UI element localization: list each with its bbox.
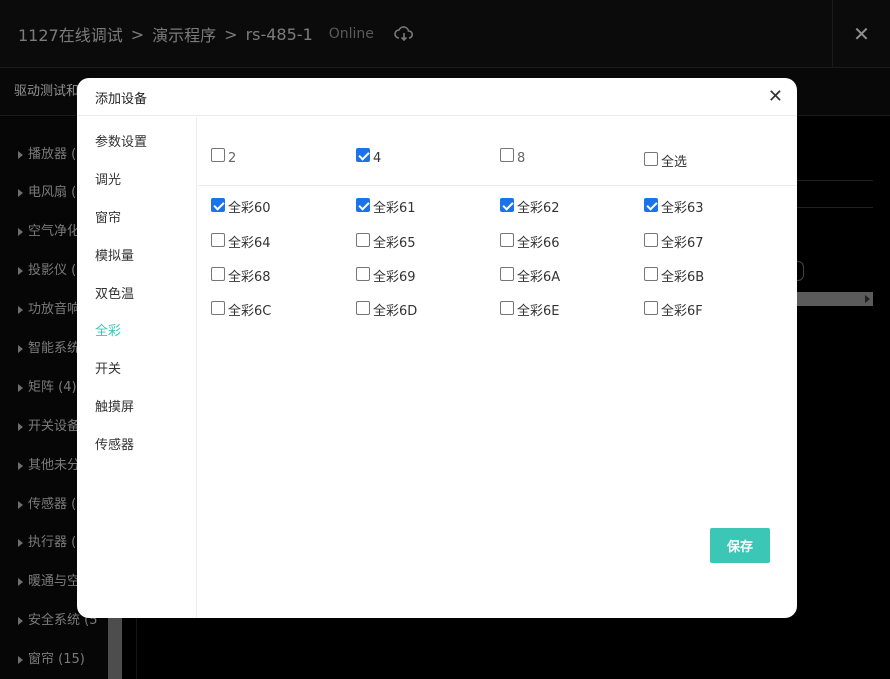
- checkbox[interactable]: [211, 301, 225, 315]
- nav-item-touchscreen[interactable]: 触摸屏: [95, 396, 134, 415]
- checkbox[interactable]: [500, 148, 514, 162]
- nav-item-params[interactable]: 参数设置: [95, 131, 147, 150]
- device-selection-panel: 2 4 8 全选 全彩60 全彩61 全彩62 全彩63 全彩64 全彩65 全…: [198, 117, 797, 618]
- nav-item-switch[interactable]: 开关: [95, 358, 121, 377]
- device-checkbox-63[interactable]: 全彩63: [644, 193, 704, 216]
- checkbox[interactable]: [500, 233, 514, 247]
- checkbox[interactable]: [500, 301, 514, 315]
- save-button[interactable]: 保存: [710, 528, 770, 563]
- checkbox[interactable]: [644, 152, 658, 166]
- device-checkbox-6d[interactable]: 全彩6D: [356, 296, 417, 319]
- device-checkbox-65[interactable]: 全彩65: [356, 228, 416, 251]
- checkbox[interactable]: [644, 198, 658, 212]
- device-checkbox-62[interactable]: 全彩62: [500, 193, 560, 216]
- checkbox[interactable]: [356, 148, 370, 162]
- device-checkbox-6c[interactable]: 全彩6C: [211, 296, 271, 319]
- device-checkbox-6a[interactable]: 全彩6A: [500, 262, 560, 285]
- checkbox[interactable]: [356, 233, 370, 247]
- checkbox[interactable]: [356, 198, 370, 212]
- filter-8-checkbox[interactable]: 8: [500, 147, 525, 166]
- add-device-dialog: 添加设备 ✕ 参数设置 调光 窗帘 模拟量 双色温 全彩 开关 触摸屏 传感器 …: [77, 78, 797, 618]
- device-checkbox-69[interactable]: 全彩69: [356, 262, 416, 285]
- close-icon[interactable]: ✕: [768, 86, 783, 107]
- nav-item-full-color[interactable]: 全彩: [95, 320, 121, 339]
- checkbox[interactable]: [644, 233, 658, 247]
- device-checkbox-6f[interactable]: 全彩6F: [644, 296, 703, 319]
- device-checkbox-67[interactable]: 全彩67: [644, 228, 704, 251]
- checkbox[interactable]: [211, 198, 225, 212]
- checkbox[interactable]: [211, 267, 225, 281]
- nav-item-dimming[interactable]: 调光: [95, 169, 121, 188]
- checkbox[interactable]: [211, 148, 225, 162]
- device-type-nav: 参数设置 调光 窗帘 模拟量 双色温 全彩 开关 触摸屏 传感器: [77, 117, 197, 618]
- filter-row: 2 4 8 全选: [198, 117, 797, 186]
- checkbox[interactable]: [500, 198, 514, 212]
- dialog-title: 添加设备: [95, 92, 148, 107]
- device-checkbox-6e[interactable]: 全彩6E: [500, 296, 560, 319]
- checkbox[interactable]: [500, 267, 514, 281]
- device-checkbox-64[interactable]: 全彩64: [211, 228, 271, 251]
- device-checkbox-66[interactable]: 全彩66: [500, 228, 560, 251]
- device-checkbox-60[interactable]: 全彩60: [211, 193, 271, 216]
- select-all-checkbox[interactable]: 全选: [644, 147, 687, 170]
- nav-item-curtain[interactable]: 窗帘: [95, 207, 121, 226]
- checkbox[interactable]: [644, 267, 658, 281]
- nav-item-sensor[interactable]: 传感器: [95, 434, 134, 453]
- device-checkbox-6b[interactable]: 全彩6B: [644, 262, 704, 285]
- checkbox[interactable]: [644, 301, 658, 315]
- filter-4-checkbox[interactable]: 4: [356, 147, 381, 166]
- dialog-header: 添加设备 ✕: [77, 78, 797, 116]
- checkbox[interactable]: [211, 233, 225, 247]
- nav-item-analog[interactable]: 模拟量: [95, 245, 134, 264]
- filter-2-checkbox[interactable]: 2: [211, 147, 236, 166]
- device-checkbox-68[interactable]: 全彩68: [211, 262, 271, 285]
- checkbox[interactable]: [356, 267, 370, 281]
- nav-item-dual-temp[interactable]: 双色温: [95, 283, 134, 302]
- device-checkbox-61[interactable]: 全彩61: [356, 193, 416, 216]
- checkbox[interactable]: [356, 301, 370, 315]
